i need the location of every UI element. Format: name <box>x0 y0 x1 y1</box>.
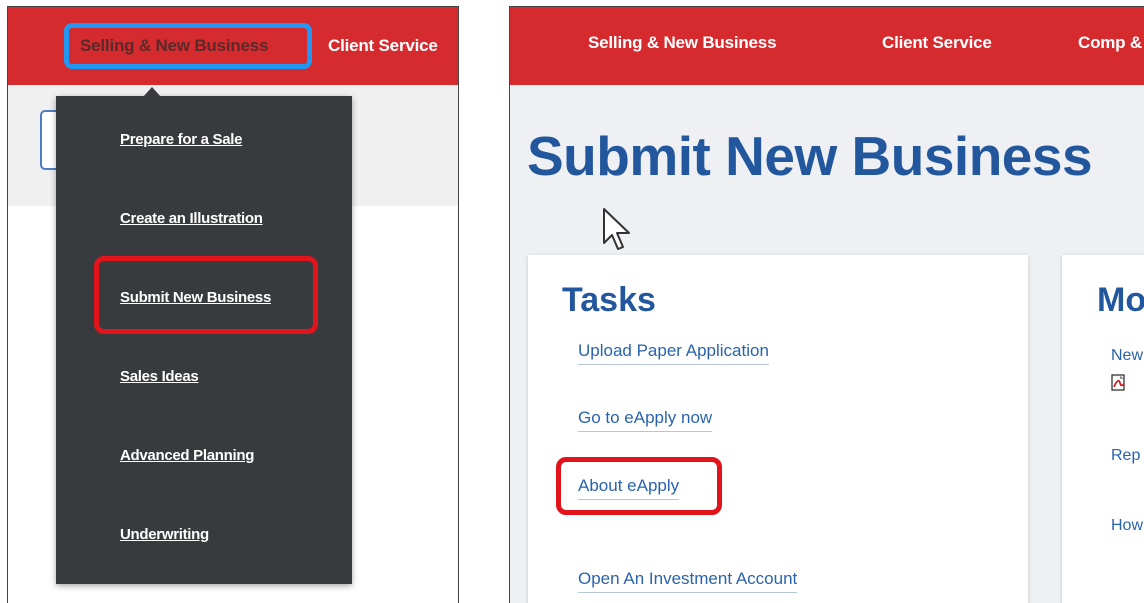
menu-item-advanced-planning[interactable]: Advanced Planning <box>120 447 254 464</box>
more-title: Mo <box>1097 281 1144 319</box>
menu-item-sales-ideas[interactable]: Sales Ideas <box>120 368 199 385</box>
top-nav-bar: Selling & New Business Client Service <box>8 7 458 85</box>
mouse-pointer-icon <box>603 208 630 250</box>
tasks-card: Tasks Upload Paper Application Go to eAp… <box>528 255 1028 603</box>
nav-comp[interactable]: Comp & <box>1078 33 1142 53</box>
highlight-about-eapply <box>556 457 722 515</box>
nav-selling-new-business[interactable]: Selling & New Business <box>588 33 777 53</box>
link-how[interactable]: How <box>1111 517 1143 535</box>
link-new[interactable]: New <box>1111 347 1143 365</box>
highlight-selling-tab <box>64 23 312 69</box>
link-open-an-investment-account[interactable]: Open An Investment Account <box>578 569 798 593</box>
more-card: Mo New Rep How <box>1062 255 1144 603</box>
menu-item-underwriting[interactable]: Underwriting <box>120 526 209 543</box>
link-upload-paper-application[interactable]: Upload Paper Application <box>578 341 769 365</box>
nav-client-service[interactable]: Client Service <box>328 36 438 56</box>
pdf-icon[interactable] <box>1111 374 1127 392</box>
dropdown-caret <box>143 87 161 97</box>
page-title: Submit New Business <box>527 125 1093 187</box>
menu-item-create-an-illustration[interactable]: Create an Illustration <box>120 210 263 227</box>
tasks-title: Tasks <box>562 281 656 319</box>
menu-item-prepare-for-a-sale[interactable]: Prepare for a Sale <box>120 131 242 148</box>
selling-dropdown-menu: Prepare for a Sale Create an Illustratio… <box>56 87 352 584</box>
top-nav-bar: Selling & New Business Client Service Co… <box>510 7 1144 85</box>
nav-client-service[interactable]: Client Service <box>882 33 992 53</box>
link-go-to-eapply-now[interactable]: Go to eApply now <box>578 408 713 432</box>
left-screenshot-panel: Selling & New Business Client Service Pr… <box>7 6 459 603</box>
link-rep[interactable]: Rep <box>1111 447 1140 465</box>
highlight-submit-new-business <box>94 256 318 334</box>
right-screenshot-panel: Selling & New Business Client Service Co… <box>509 6 1144 603</box>
